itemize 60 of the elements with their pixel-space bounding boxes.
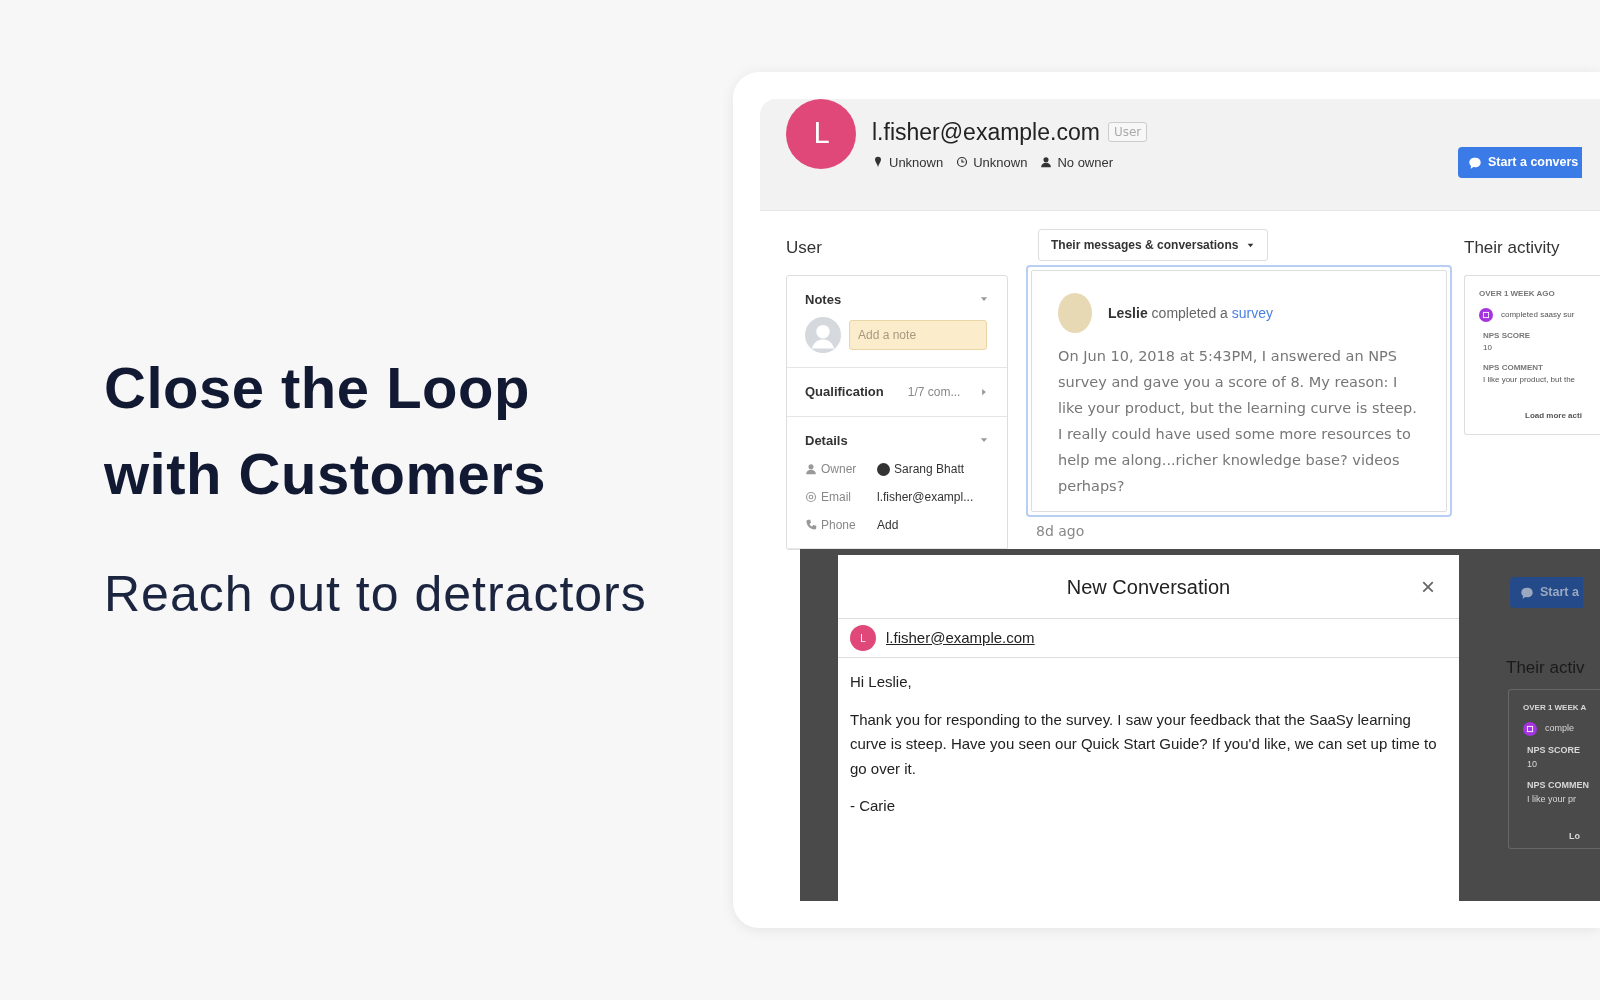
event-text: completed saasy sur — [1501, 308, 1575, 321]
message-paragraph: Thank you for responding to the survey. I saw your feedback that the SaaSy learning curve is steep. Have you seen our Quick Start Guide? If you'd like, we can set up time to go over it. — [850, 709, 1438, 779]
avatar-silhouette-icon — [805, 317, 841, 353]
field-value: 10 — [1483, 341, 1493, 354]
field-label: NPS SCORE — [1527, 744, 1581, 757]
headline: Close the Loop with Customers — [104, 354, 548, 508]
activity-line: Leslie completed a survey — [1108, 303, 1273, 323]
message-text: On Jun 10, 2018 at 5:43PM, I answered an NPS survey and gave you a score of 8. My reason: I like your product, but the learning curve is steep. I really could have used some more resources to help me along...richer knowledge base? videos perhaps? — [1058, 347, 1418, 496]
meta-text: No owner — [1057, 153, 1114, 172]
load-more-link[interactable]: Load more acti — [1525, 409, 1582, 422]
survey-link[interactable]: survey — [1231, 304, 1273, 321]
section-heading: Details — [805, 431, 848, 450]
chat-bubble-icon — [1520, 585, 1534, 600]
message-paragraph: Hi Leslie, — [850, 672, 913, 692]
role-badge: User — [1107, 122, 1148, 143]
section-title: User — [786, 237, 823, 259]
phone-icon — [805, 519, 817, 531]
user-email: l.fisher@example.com — [872, 118, 1100, 147]
close-button[interactable]: × — [1415, 569, 1441, 605]
timestamp: 8d ago — [1036, 522, 1086, 541]
survey-icon — [1523, 722, 1537, 736]
field-value: I like your product, but the — [1483, 373, 1577, 386]
person-icon — [805, 463, 817, 475]
detail-value: Sarang Bhatt — [894, 461, 965, 478]
message-paragraph: - Carie — [850, 796, 896, 816]
recipient-email-link[interactable]: l.fisher@example.com — [886, 626, 1035, 650]
detail-value[interactable]: Add — [877, 516, 899, 534]
dialog-title: New Conversation — [1066, 574, 1231, 600]
chat-bubble-icon — [1468, 155, 1482, 170]
conversation-filter-dropdown[interactable]: Their messages & conversations — [1038, 229, 1269, 261]
field-label: NPS COMMENT — [1483, 361, 1544, 374]
meta-text: Unknown — [889, 153, 944, 172]
clock-icon — [956, 156, 969, 169]
subtitle: Reach out to detractors — [104, 565, 648, 624]
detail-label: Email — [821, 489, 852, 506]
recipient-avatar: L — [850, 625, 876, 651]
detail-label: Phone — [821, 517, 857, 534]
start-conversation-button[interactable]: Start a convers — [1458, 147, 1583, 178]
meta-text: Unknown — [973, 153, 1028, 172]
group-label: OVER 1 WEEK AGO — [1479, 287, 1556, 300]
section-heading: Notes — [805, 290, 842, 309]
survey-icon — [1479, 307, 1493, 322]
avatar: L — [786, 99, 856, 169]
detail-label: Owner — [821, 461, 858, 478]
progress-text: 1/7 com... — [907, 383, 961, 401]
section-title: Their activity — [1464, 237, 1561, 259]
section-heading: Qualification — [805, 383, 884, 401]
detail-value: l.fisher@exampl... — [877, 489, 974, 506]
profile-photo-placeholder — [1058, 293, 1092, 333]
event-text: comple — [1545, 722, 1574, 736]
owner-avatar-icon — [877, 462, 890, 476]
note-field[interactable]: Add a note — [849, 320, 987, 350]
field-label: NPS COMMEN — [1527, 779, 1590, 792]
start-conversation-button[interactable]: Start a — [1510, 577, 1583, 608]
person-icon — [1040, 156, 1053, 169]
field-value: 10 — [1527, 757, 1538, 771]
field-label: NPS SCORE — [1483, 329, 1532, 342]
load-more-link[interactable]: Lo — [1569, 830, 1580, 844]
field-value: I like your pr — [1527, 792, 1578, 806]
group-label: OVER 1 WEEK A — [1523, 702, 1588, 714]
